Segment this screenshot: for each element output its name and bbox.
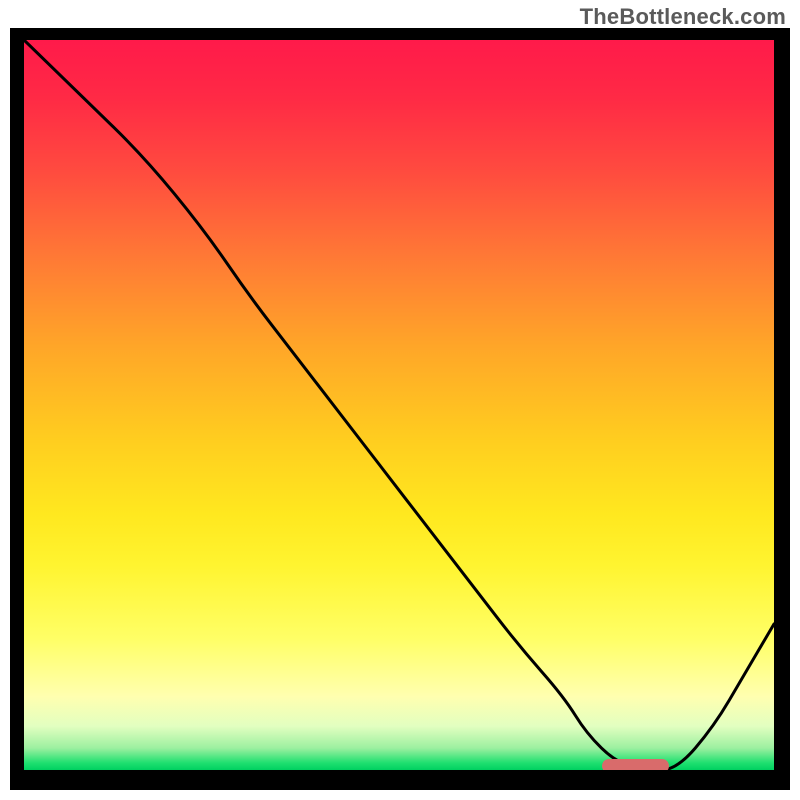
chart-frame — [10, 28, 790, 790]
chart-container: TheBottleneck.com — [0, 0, 800, 800]
chart-plot-area — [24, 40, 774, 770]
chart-marker — [602, 759, 670, 770]
watermark-text: TheBottleneck.com — [580, 4, 786, 30]
chart-curve — [24, 40, 774, 770]
